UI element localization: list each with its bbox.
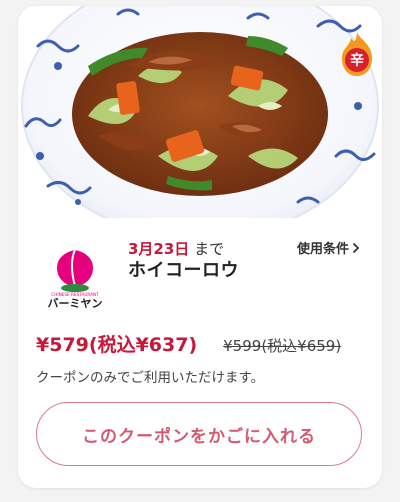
usage-conditions-label: 使用条件 <box>296 242 349 257</box>
chevron-right-icon <box>352 242 360 253</box>
spicy-badge-text: 辛 <box>350 52 364 69</box>
logo-name: バーミヤン <box>48 297 103 310</box>
spicy-icon: 辛 <box>342 32 372 76</box>
bamiyan-logo: CHINESE RESTAURANT バーミヤン <box>45 246 105 310</box>
discount-price: ¥579(税込¥637) <box>36 334 198 356</box>
food-photo: 辛 <box>18 6 382 218</box>
coupon-title: ホイコーロウ <box>128 260 239 281</box>
coupon-card: 辛 CHINESE RESTAURANT バーミヤン 3月23日 まで ホイコー… <box>18 6 382 488</box>
usage-conditions-link[interactable]: 使用条件 <box>297 238 360 257</box>
add-to-cart-button[interactable]: このクーポンをかごに入れる <box>36 402 362 466</box>
usage-note: クーポンのみでご利用いただけます。 <box>36 370 265 386</box>
price-row: ¥579(税込¥637) ¥599(税込¥659) <box>36 330 341 357</box>
original-price: ¥599(税込¥659) <box>223 337 342 355</box>
